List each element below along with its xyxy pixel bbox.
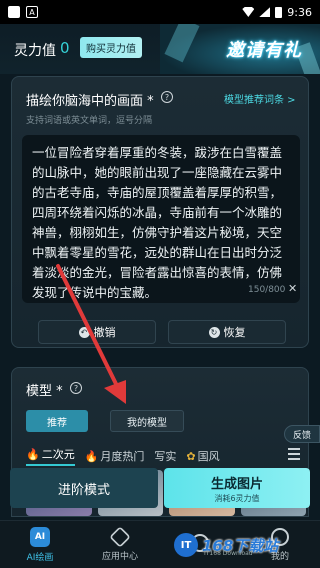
- flame-icon: 🔥: [26, 447, 40, 461]
- nav-app-center[interactable]: 应用中心: [80, 521, 160, 568]
- category-tab-realistic[interactable]: 写实: [154, 446, 176, 466]
- help-icon[interactable]: ?: [161, 91, 173, 103]
- flame-icon: ✿: [186, 449, 196, 463]
- restore-label: 恢复: [223, 326, 246, 339]
- model-help-icon[interactable]: ?: [70, 382, 82, 394]
- clear-icon[interactable]: ✕: [288, 282, 297, 295]
- header: 灵力值 0 购买灵力值 邀请有礼: [0, 24, 320, 74]
- category-menu-icon[interactable]: [288, 448, 300, 463]
- signal-icon: [259, 7, 271, 17]
- ai-icon: AI: [30, 526, 50, 547]
- buy-lingli-button[interactable]: 购买灵力值: [80, 37, 142, 58]
- model-title: 模型 *: [26, 384, 63, 399]
- prompt-text: 一位冒险者穿着厚重的冬装，跋涉在白雪覆盖的山脉中，她的眼前出现了一座隐藏在云雾中…: [32, 145, 283, 300]
- status-right: 9:36: [242, 6, 312, 19]
- category-label: 国风: [197, 450, 220, 463]
- watermark-sub: IT168 Download: [204, 550, 253, 557]
- category-label: 二次元: [41, 448, 75, 461]
- nav-ai-painting[interactable]: AI AI绘画: [0, 521, 80, 568]
- hex-icon: [109, 525, 131, 548]
- prompt-textarea[interactable]: 一位冒险者穿着厚重的冬装，跋涉在白雪覆盖的山脉中，她的眼前出现了一座隐藏在云雾中…: [22, 135, 300, 303]
- app-notification-icon: A: [26, 6, 38, 18]
- battery-icon: [275, 6, 283, 18]
- restore-button[interactable]: ↻ 恢复: [168, 320, 286, 344]
- category-label: 月度热门: [100, 450, 145, 463]
- restore-icon: ↻: [208, 326, 220, 338]
- char-count: 150/800: [248, 285, 286, 295]
- banner-decoration: [164, 24, 200, 63]
- watermark-badge: IT: [174, 533, 198, 557]
- generate-cost: 消耗6灵力值: [214, 493, 260, 503]
- category-tab-guofeng[interactable]: ✿ 国风: [186, 446, 219, 466]
- lingli-label: 灵力值: [14, 43, 56, 59]
- feedback-button[interactable]: 反馈: [284, 425, 320, 443]
- category-label: 写实: [154, 450, 177, 463]
- banner-text: 邀请有礼: [226, 40, 302, 61]
- tab-my-models[interactable]: 我的模型: [110, 410, 184, 432]
- generate-image-button[interactable]: 生成图片 消耗6灵力值: [164, 468, 310, 508]
- prompt-card: 描绘你脑海中的画面 * ? 模型推荐词条 > 支持词语或英文单词，逗号分隔 一位…: [11, 76, 309, 348]
- undo-label: 撤销: [93, 326, 116, 339]
- status-time: 9:36: [287, 5, 312, 19]
- prompt-title: 描绘你脑海中的画面 *: [26, 94, 154, 109]
- advanced-mode-button[interactable]: 进阶模式: [10, 468, 158, 508]
- invite-banner[interactable]: 邀请有礼: [160, 24, 320, 74]
- status-bar: A 9:36: [0, 0, 320, 24]
- undo-button[interactable]: ↶ 撤销: [38, 320, 156, 344]
- category-tabs: 🔥 二次元 🔥 月度热门 写实 ✿ 国风: [26, 446, 306, 466]
- status-left: A: [8, 6, 38, 18]
- wifi-icon: [242, 7, 255, 17]
- notification-icon: [8, 6, 20, 18]
- category-tab-anime[interactable]: 🔥 二次元: [26, 446, 75, 466]
- nav-label: 应用中心: [101, 551, 138, 562]
- lingli-value: 0: [60, 39, 70, 57]
- model-recommend-link[interactable]: 模型推荐词条 >: [224, 91, 296, 106]
- category-tab-monthly-hot[interactable]: 🔥 月度热门: [85, 446, 145, 466]
- watermark: IT 168下载站 IT168 Download: [174, 528, 320, 562]
- generate-label: 生成图片: [210, 476, 263, 492]
- tab-recommend[interactable]: 推荐: [26, 410, 88, 432]
- nav-label: AI绘画: [26, 552, 54, 563]
- flame-icon: 🔥: [84, 449, 99, 463]
- prompt-hint: 支持词语或英文单词，逗号分隔: [26, 116, 153, 126]
- undo-icon: ↶: [78, 326, 90, 338]
